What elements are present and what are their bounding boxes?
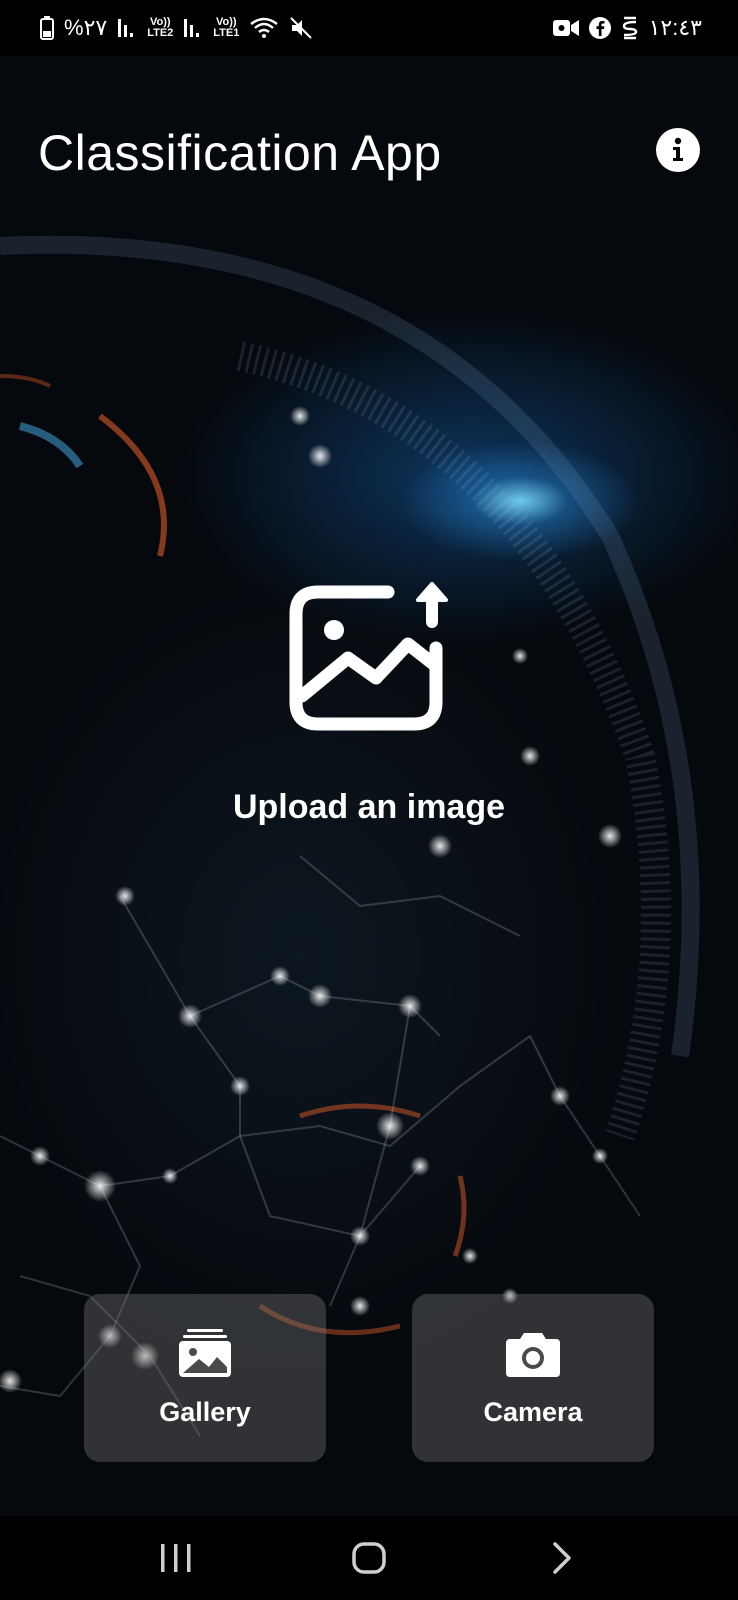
recents-icon [161,1544,191,1572]
mute-icon [290,17,313,39]
info-icon [673,137,683,161]
camera-icon [506,1332,560,1377]
signal-icon [118,19,134,37]
status-bar: %٢٧ Vo)) LTE2 Vo)) LTE1 ١٢:٤٣ [0,0,738,56]
status-bar-left: %٢٧ Vo)) LTE2 Vo)) LTE1 [40,15,313,41]
battery-percent: %٢٧ [64,15,108,40]
facebook-icon [588,17,611,39]
signal-icon [184,19,200,37]
clock: ١٢:٤٣ [648,15,702,40]
sim1-label: Vo)) LTE1 [213,16,240,39]
wifi-icon [250,17,279,38]
sim2-label: Vo)) LTE2 [147,16,174,39]
gallery-button[interactable]: Gallery [84,1294,326,1462]
battery-icon [40,16,54,40]
gallery-label: Gallery [159,1396,251,1427]
app-screen: Classification App Upload an image Galle… [0,56,738,1516]
back-button[interactable] [522,1528,602,1588]
info-button[interactable] [656,128,700,172]
gallery-icon [179,1328,231,1377]
recents-button[interactable] [136,1528,216,1588]
home-button[interactable] [329,1528,409,1588]
back-icon [552,1542,571,1574]
status-bar-right: ١٢:٤٣ [552,15,702,41]
camera-button[interactable]: Camera [412,1294,654,1462]
camera-label: Camera [483,1396,583,1427]
navigation-bar [0,1516,738,1600]
video-camera-icon [552,20,579,36]
home-icon [352,1542,386,1574]
upload-image-area[interactable]: Upload an image [200,576,538,916]
app-title: Classification App [38,125,442,181]
image-upload-icon [289,582,448,731]
sim-app-icon [622,16,637,40]
upload-label: Upload an image [232,788,506,826]
